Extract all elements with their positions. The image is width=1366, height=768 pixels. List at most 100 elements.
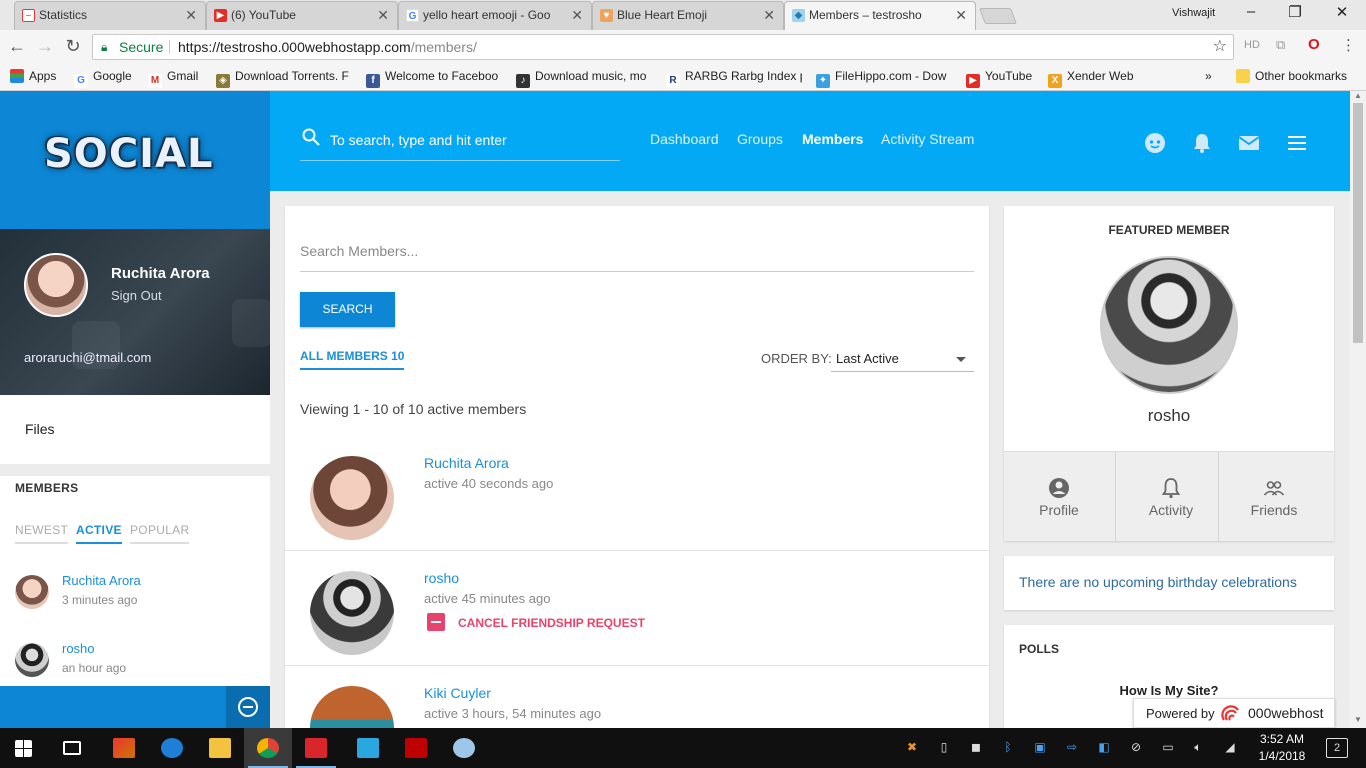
bookmark-xender[interactable]: X Xender Web: [1048, 69, 1134, 88]
bookmark-torrents[interactable]: ◈ Download Torrents. F: [216, 69, 352, 88]
taskbar-app-ccleaner[interactable]: [100, 728, 148, 768]
tab-all-members[interactable]: ALL MEMBERS 10: [300, 349, 405, 370]
tab-youtube[interactable]: ▶ (6) YouTube ✕: [206, 1, 398, 30]
page-scrollbar[interactable]: ▲ ▼: [1350, 91, 1366, 728]
taskbar-app-chrome[interactable]: [244, 728, 292, 768]
battery-icon[interactable]: ▭: [1160, 740, 1176, 756]
search-button[interactable]: SEARCH: [300, 292, 395, 327]
bell-icon[interactable]: [1190, 131, 1214, 155]
profile-name[interactable]: Vishwajit: [1172, 7, 1215, 19]
usb-icon[interactable]: ▯: [936, 740, 952, 756]
bookmark-youtube[interactable]: ▶ YouTube: [966, 69, 1032, 88]
bookmark-star-icon[interactable]: ☆: [1213, 35, 1227, 59]
member-name-link[interactable]: rosho: [62, 641, 95, 656]
member-name-link[interactable]: Ruchita Arora: [62, 573, 141, 588]
tab-members[interactable]: ◆ Members – testrosho ✕: [784, 1, 976, 30]
notifications-button[interactable]: 2: [1326, 738, 1348, 758]
menu-dots-icon[interactable]: ⋮: [1341, 36, 1356, 54]
bookmark-apps[interactable]: Apps: [10, 69, 56, 83]
member-search-input[interactable]: Search Members...: [300, 234, 974, 272]
close-icon[interactable]: ✕: [377, 2, 389, 29]
taskbar-app-xender[interactable]: [344, 728, 392, 768]
activity-button[interactable]: Activity: [1116, 452, 1226, 542]
close-icon[interactable]: ✕: [185, 2, 197, 29]
avatar[interactable]: [310, 456, 394, 540]
task-view-button[interactable]: [48, 728, 96, 768]
taskbar-app-downloader[interactable]: [292, 728, 340, 768]
nav-groups[interactable]: Groups: [737, 131, 783, 147]
avatar[interactable]: [15, 575, 49, 609]
site-logo[interactable]: SOCIAL: [44, 131, 214, 177]
security-shield-icon[interactable]: ◼: [968, 740, 984, 756]
avatar[interactable]: [310, 686, 394, 728]
scrollbar-thumb[interactable]: [1353, 103, 1363, 343]
taskbar-app-filezilla[interactable]: [392, 728, 440, 768]
forward-icon[interactable]: →: [34, 36, 56, 57]
app-tray-icon[interactable]: ◧: [1096, 740, 1112, 756]
system-clock[interactable]: 3:52 AM 1/4/2018: [1252, 731, 1312, 765]
powered-by-badge[interactable]: Powered by 000webhost: [1133, 698, 1335, 728]
user-face-icon[interactable]: [1143, 131, 1167, 155]
featured-member-name[interactable]: rosho: [1004, 406, 1334, 426]
bookmark-music[interactable]: ♪ Download music, mo: [516, 69, 652, 88]
bookmark-facebook[interactable]: f Welcome to Faceboo: [366, 69, 502, 88]
scroll-up-icon[interactable]: ▲: [1350, 91, 1366, 100]
url-field[interactable]: 🔒︎ Secure https://testrosho.000webhostap…: [92, 34, 1234, 60]
taskbar-app-paint[interactable]: [440, 728, 488, 768]
network-off-icon[interactable]: ⊘: [1128, 740, 1144, 756]
profile-name[interactable]: Ruchita Arora: [111, 265, 210, 282]
start-button[interactable]: [0, 728, 48, 768]
nav-dashboard[interactable]: Dashboard: [650, 131, 719, 147]
member-name-link[interactable]: Ruchita Arora: [424, 455, 509, 471]
scroll-down-icon[interactable]: ▼: [1350, 715, 1366, 724]
avatar[interactable]: [24, 253, 88, 317]
maximize-icon[interactable]: ❐: [1280, 3, 1310, 21]
member-name-link[interactable]: rosho: [424, 570, 459, 586]
order-by-select[interactable]: Last Active: [831, 346, 974, 372]
volume-icon[interactable]: 🔈︎: [1190, 740, 1206, 756]
tab-google-search[interactable]: G yello heart emooji - Goo ✕: [398, 1, 592, 30]
taskbar-app-explorer[interactable]: [196, 728, 244, 768]
new-tab-button[interactable]: [979, 8, 1017, 24]
bookmark-gmail[interactable]: M Gmail: [148, 69, 198, 88]
hd-extension-icon[interactable]: HD: [1244, 39, 1260, 51]
mail-icon[interactable]: [1237, 131, 1261, 155]
avatar[interactable]: [1100, 256, 1238, 394]
profile-button[interactable]: Profile: [1004, 452, 1114, 542]
wifi-icon[interactable]: ◢: [1222, 740, 1238, 756]
nav-members[interactable]: Members: [802, 131, 863, 147]
tab-newest[interactable]: NEWEST: [15, 523, 69, 544]
bookmark-filehippo[interactable]: ✦ FileHippo.com - Dow: [816, 69, 952, 88]
cast-icon[interactable]: ⧉: [1276, 37, 1285, 53]
opera-icon[interactable]: O: [1308, 36, 1320, 53]
tab-statistics[interactable]: ~ Statistics ✕: [14, 1, 206, 30]
close-icon[interactable]: ✕: [763, 2, 775, 29]
avatar[interactable]: [310, 571, 394, 655]
bookmark-rarbg[interactable]: R RARBG Rarbg Index p: [666, 69, 802, 88]
back-icon[interactable]: ←: [6, 36, 28, 57]
close-icon[interactable]: ✕: [955, 2, 967, 29]
bookmarks-overflow-button[interactable]: »: [1205, 69, 1212, 83]
close-window-icon[interactable]: ✕: [1327, 3, 1357, 21]
hamburger-menu-icon[interactable]: [1285, 131, 1309, 155]
nav-activity-stream[interactable]: Activity Stream: [881, 131, 974, 147]
minimize-icon[interactable]: –: [1236, 3, 1266, 20]
avatar[interactable]: [15, 643, 49, 677]
bluetooth-icon[interactable]: ᛒ: [1000, 740, 1016, 756]
display-icon[interactable]: ▣: [1032, 740, 1048, 756]
tab-blue-heart[interactable]: ♥ Blue Heart Emoji ✕: [592, 1, 784, 30]
files-link[interactable]: Files: [25, 421, 55, 437]
site-search-field[interactable]: To search, type and hit enter: [300, 127, 620, 161]
other-bookmarks[interactable]: Other bookmarks: [1236, 69, 1347, 83]
collapse-sidebar-button[interactable]: [226, 686, 270, 728]
reload-icon[interactable]: ↻: [62, 36, 84, 57]
tab-popular[interactable]: POPULAR: [130, 523, 190, 544]
friends-button[interactable]: Friends: [1219, 452, 1329, 542]
close-icon[interactable]: ✕: [571, 2, 583, 29]
taskbar-app-edge[interactable]: [148, 728, 196, 768]
share-tray-icon[interactable]: ⇨: [1064, 740, 1080, 756]
sign-out-link[interactable]: Sign Out: [111, 288, 162, 303]
tab-active[interactable]: ACTIVE: [76, 523, 122, 544]
xampp-tray-icon[interactable]: ✖: [904, 740, 920, 756]
member-name-link[interactable]: Kiki Cuyler: [424, 685, 491, 701]
